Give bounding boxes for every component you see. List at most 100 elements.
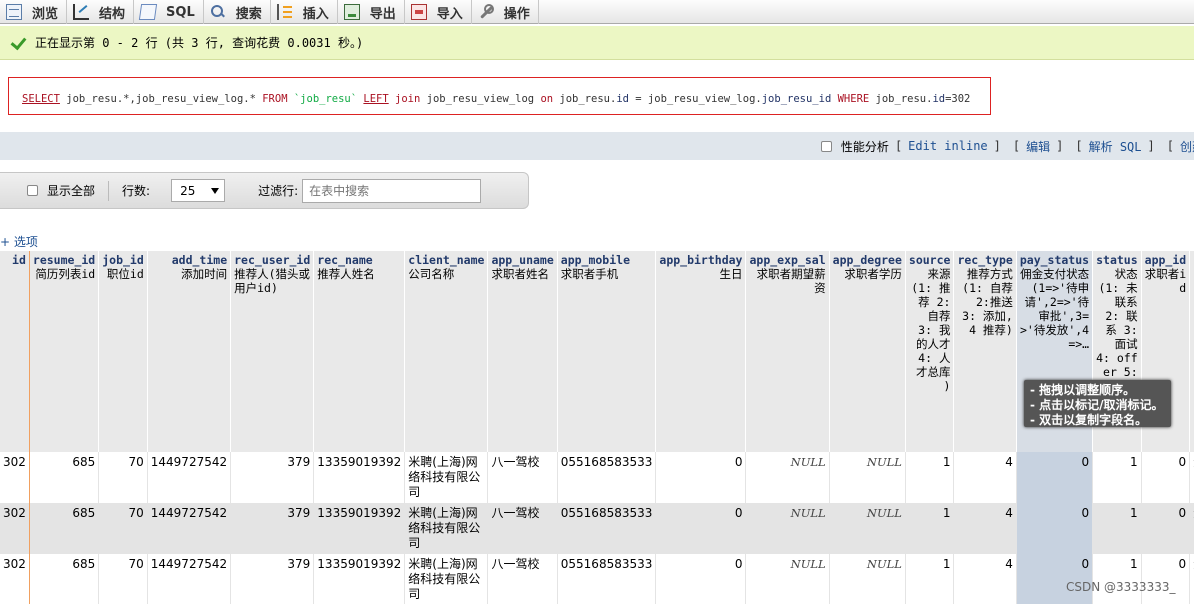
- bracket: ]: [1056, 139, 1064, 153]
- column-comment: 佣金支付状态 (1=>'待申请',2=>'待审批',3=>'待发放',4=>…: [1019, 267, 1090, 351]
- column-header-app-birthday[interactable]: app_birthday 生日: [655, 251, 747, 452]
- column-header-app-mobile[interactable]: app_mobile 求职者手机: [557, 251, 657, 452]
- table-cell: 无: [1189, 452, 1194, 503]
- tab-search[interactable]: 搜索: [204, 0, 271, 24]
- edit-inline-link[interactable]: Edit inline: [908, 139, 987, 153]
- table-cell: 1449727542: [147, 503, 232, 554]
- table-cell: 685: [29, 503, 100, 554]
- options-link[interactable]: + 选项: [0, 233, 38, 250]
- browse-icon: [6, 4, 22, 20]
- table-cell: 1: [1092, 554, 1142, 604]
- create-link[interactable]: 创建: [1180, 138, 1194, 155]
- column-header-job-id[interactable]: job_id 职位id: [98, 251, 148, 452]
- column-header-rec-type[interactable]: rec_type 推荐方式 (1: 自荐 2:推送 3: 添加, 4 推荐): [953, 251, 1017, 452]
- column-name: app_id: [1144, 253, 1187, 267]
- sql-query-box: SELECT job_resu.*,job_resu_view_log.* FR…: [8, 77, 991, 115]
- tab-sql[interactable]: SQL: [134, 0, 204, 24]
- sql-column: id: [932, 93, 946, 105]
- table-row[interactable]: 302 685 70 1449727542 379 13359019392 米聘…: [0, 503, 1194, 554]
- column-comment: 求职者id: [1144, 267, 1187, 295]
- show-all-checkbox[interactable]: [27, 185, 38, 196]
- table-cell: 0: [1016, 554, 1094, 604]
- sql-text: job_resu.*,job_resu_view_log.*: [59, 93, 263, 105]
- separator: [241, 181, 242, 201]
- table-cell: 无: [1189, 554, 1194, 604]
- column-header-add-time[interactable]: add_time 添加时间: [147, 251, 232, 452]
- table-cell: 0: [655, 503, 747, 554]
- tab-structure[interactable]: 结构: [67, 0, 135, 24]
- top-tab-bar: 浏览 结构 SQL 搜索 插入 导出 导入 操作: [0, 0, 1194, 24]
- tab-label: 搜索: [235, 6, 262, 22]
- column-header-rec-user-id[interactable]: rec_user_id 推荐人(猎头或用户id): [230, 251, 315, 452]
- column-header-resume-id[interactable]: resume_id 简历列表id: [29, 251, 100, 452]
- table-cell: 13359019392: [313, 452, 406, 503]
- column-header-id[interactable]: id: [0, 251, 30, 452]
- column-name: resume_id: [32, 253, 96, 267]
- column-header-more[interactable]: [1189, 251, 1194, 452]
- column-header-app-exp-sal[interactable]: app_exp_sal 求职者期望薪资: [745, 251, 830, 452]
- column-name: app_uname: [491, 253, 554, 267]
- column-name: source: [908, 253, 951, 267]
- table-cell: 0: [1141, 452, 1191, 503]
- chevron-down-icon: [211, 187, 220, 194]
- tab-browse[interactable]: 浏览: [0, 0, 68, 24]
- table-cell: 米聘(上海)网络科技有限公司: [404, 452, 489, 503]
- table-cell: 055168583533: [557, 503, 657, 554]
- column-comment: 推荐人姓名: [317, 267, 375, 281]
- edit-link[interactable]: 编辑: [1026, 138, 1050, 155]
- tab-export[interactable]: 导出: [338, 0, 405, 24]
- table-cell: 八一驾校: [487, 554, 558, 604]
- explain-sql-link[interactable]: 解析 SQL: [1089, 138, 1142, 155]
- sql-text: = job_resu_view_log.: [628, 93, 762, 105]
- tab-label: 插入: [302, 6, 329, 22]
- table-row[interactable]: 302 685 70 1449727542 379 13359019392 米聘…: [0, 452, 1194, 503]
- table-cell: 0: [655, 554, 747, 604]
- filter-input[interactable]: [302, 178, 482, 203]
- insert-icon: [276, 4, 293, 20]
- table-cell: 13359019392: [313, 554, 406, 604]
- column-header-client-name[interactable]: client_name 公司名称: [404, 251, 489, 452]
- table-cell: 379: [230, 554, 315, 604]
- tooltip-line: - 拖拽以调整顺序。: [1030, 383, 1136, 397]
- result-table: id resume_id 简历列表id job_id 职位id add_time 添加…: [0, 251, 1194, 604]
- bracket: [: [1166, 139, 1174, 153]
- bracket: [: [894, 139, 903, 153]
- table-cell-null: NULL: [829, 503, 906, 554]
- table-cell: 0: [1141, 554, 1191, 604]
- column-name: rec_user_id: [234, 253, 311, 267]
- column-header-app-degree[interactable]: app_degree 求职者学历: [829, 251, 906, 452]
- tab-import[interactable]: 导入: [405, 0, 472, 24]
- export-icon: [343, 4, 360, 20]
- table-cell: 八一驾校: [487, 452, 558, 503]
- tab-label: 操作: [503, 6, 530, 22]
- table-cell: 1449727542: [147, 554, 232, 604]
- table-cell: 70: [98, 452, 148, 503]
- column-header-rec-name[interactable]: rec_name 推荐人姓名: [313, 251, 406, 452]
- column-header-source[interactable]: source 来源 (1: 推荐 2: 自荐 3: 我的人才 4: 人才总库 ): [905, 251, 955, 452]
- search-icon: [210, 4, 226, 20]
- rows-label: 行数:: [122, 184, 151, 198]
- structure-icon: [73, 4, 90, 20]
- sql-keyword[interactable]: SELECT: [22, 93, 60, 105]
- table-cell: 13359019392: [313, 503, 406, 554]
- column-comment: 求职者学历: [844, 267, 902, 281]
- column-comment: 求职者手机: [560, 267, 619, 281]
- column-comment: 来源 (1: 推荐 2: 自荐 3: 我的人才 4: 人才总库 ): [911, 267, 951, 393]
- rows-select[interactable]: 25: [171, 179, 226, 202]
- table-cell: 302: [0, 452, 30, 503]
- sql-keyword: join: [388, 93, 427, 105]
- column-name: rec_name: [317, 253, 373, 267]
- check-icon: [10, 35, 26, 51]
- sql-keyword[interactable]: LEFT: [363, 93, 388, 105]
- table-row[interactable]: 302 685 70 1449727542 379 13359019392 米聘…: [0, 554, 1194, 604]
- column-header-app-uname[interactable]: app_uname 求职者姓名: [487, 251, 558, 452]
- table-cell: 055168583533: [557, 554, 657, 604]
- tooltip-line: - 双击以复制字段名。: [1030, 413, 1148, 427]
- column-header-tooltip: - 拖拽以调整顺序。 - 点击以标记/取消标记。 - 双击以复制字段名。: [1024, 380, 1171, 427]
- table-cell: 4: [953, 503, 1017, 554]
- tab-insert[interactable]: 插入: [271, 0, 338, 24]
- tab-operations[interactable]: 操作: [472, 0, 539, 24]
- bracket: ]: [1147, 139, 1155, 153]
- profiling-checkbox[interactable]: [820, 140, 832, 152]
- column-name: job_id: [102, 253, 144, 267]
